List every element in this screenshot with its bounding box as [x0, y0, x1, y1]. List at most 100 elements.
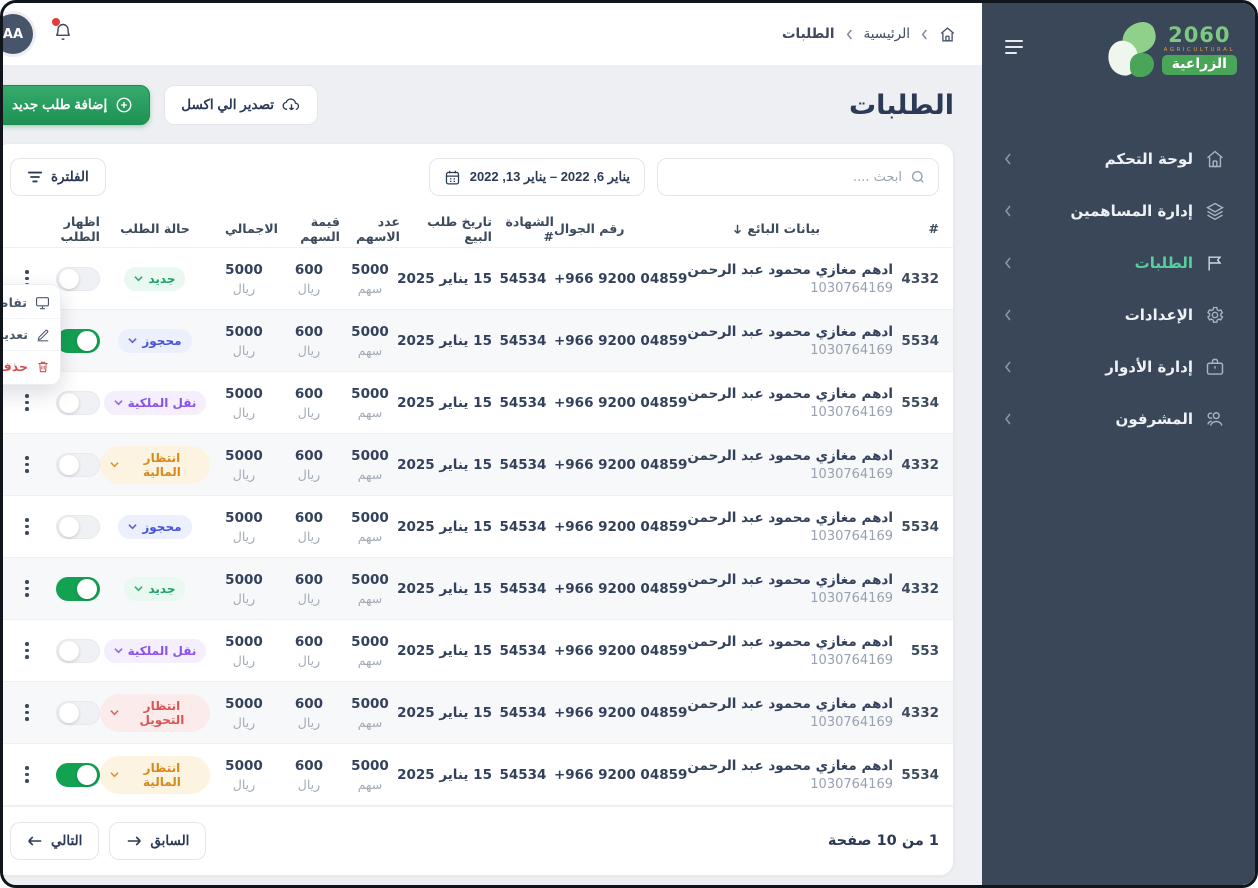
trash-icon: [36, 360, 50, 374]
cell-certificate: 54534: [492, 581, 554, 597]
cell-request-id: 4332: [893, 581, 939, 597]
status-badge[interactable]: محجوز: [118, 329, 191, 353]
breadcrumb-home[interactable]: الرئيسية: [864, 26, 911, 42]
visibility-toggle[interactable]: [56, 763, 100, 787]
visibility-toggle[interactable]: [56, 453, 100, 477]
visibility-toggle[interactable]: [56, 577, 100, 601]
menu-item-delete[interactable]: حذف: [0, 350, 60, 382]
kebab-menu-icon[interactable]: [10, 452, 44, 477]
cell-visibility: [44, 515, 100, 539]
kebab-menu-icon[interactable]: [10, 762, 44, 787]
visibility-toggle[interactable]: [56, 329, 100, 353]
chevron-down-icon: [134, 585, 143, 592]
sidebar-item-2[interactable]: الطلبات: [1000, 241, 1229, 285]
sidebar-item-0[interactable]: لوحة التحكم: [1000, 137, 1229, 181]
next-page-button[interactable]: التالي: [10, 822, 99, 860]
prev-page-button[interactable]: السابق: [109, 822, 206, 860]
chevron-left-icon: [1004, 413, 1012, 425]
search-input-wrap: [657, 158, 939, 196]
sidebar-item-label: المشرفون: [1116, 410, 1193, 428]
kebab-menu-icon[interactable]: [10, 390, 44, 415]
cell-phone: +966 9200 04859: [554, 767, 687, 783]
monitor-icon: [35, 296, 50, 310]
notification-bell-icon[interactable]: [53, 21, 73, 47]
cell-sale-date: 15 يناير 2025: [400, 271, 492, 287]
page-content: الطلبات تصدير الي اكسل إضافة طلب جديد: [0, 65, 982, 876]
filter-button[interactable]: الفلترة: [10, 158, 106, 196]
topbar: الرئيسية الطلبات AA: [0, 3, 982, 65]
status-badge[interactable]: انتظار التحويل: [100, 694, 210, 732]
status-badge[interactable]: انتظار المالية: [100, 446, 210, 484]
breadcrumb-current[interactable]: الطلبات: [782, 26, 835, 42]
visibility-toggle[interactable]: [56, 701, 100, 725]
cell-seller: ادهم مغازي محمود عبد الرحمن1030764169: [687, 572, 893, 606]
cloud-download-icon: [282, 97, 301, 113]
cell-actions: [10, 638, 44, 663]
cell-status: جديد: [100, 267, 210, 291]
cell-seller: ادهم مغازي محمود عبد الرحمن1030764169: [687, 324, 893, 358]
cell-seller: ادهم مغازي محمود عبد الرحمن1030764169: [687, 448, 893, 482]
col-header-certificate[interactable]: الشهادة #: [492, 214, 554, 244]
status-badge[interactable]: نقل الملكية: [104, 391, 207, 415]
col-header-shares[interactable]: عدد الاسهم: [340, 214, 400, 244]
visibility-toggle[interactable]: [56, 267, 100, 291]
visibility-toggle[interactable]: [56, 515, 100, 539]
col-header-visibility[interactable]: اظهار الطلب: [44, 214, 100, 244]
add-request-button[interactable]: إضافة طلب جديد: [0, 85, 150, 125]
cell-shares: 5000سهم: [340, 634, 400, 668]
delete-label: حذف: [0, 359, 28, 374]
col-header-phone[interactable]: رقم الجوال: [554, 221, 732, 236]
chevron-down-icon: [128, 337, 137, 344]
col-header-status[interactable]: حالة الطلب: [100, 221, 210, 236]
col-header-sale-date[interactable]: تاريخ طلب البيع: [400, 214, 492, 244]
cell-shares: 5000سهم: [340, 448, 400, 482]
cell-share-price: 600ريال: [278, 696, 340, 730]
arrow-left-icon: [27, 834, 43, 848]
status-badge[interactable]: نقل الملكية: [104, 639, 207, 663]
cell-visibility: [44, 701, 100, 725]
col-header-share-price[interactable]: قيمة السهم: [278, 214, 340, 244]
hamburger-menu-icon[interactable]: [1004, 39, 1024, 59]
table-header-row: # بيانات البائع رقم الجوال الشهادة # تار…: [0, 210, 953, 248]
sidebar-item-3[interactable]: الإعدادات: [1000, 293, 1229, 337]
visibility-toggle[interactable]: [56, 639, 100, 663]
kebab-menu-icon[interactable]: [10, 700, 44, 725]
cell-phone: +966 9200 04859: [554, 271, 687, 287]
status-badge[interactable]: جديد: [124, 267, 185, 291]
export-excel-button[interactable]: تصدير الي اكسل: [164, 85, 318, 125]
date-range-picker[interactable]: يناير 6, 2022 – يناير 13, 2022: [429, 158, 645, 196]
page-title: الطلبات: [849, 90, 954, 121]
search-input[interactable]: [670, 170, 902, 185]
status-badge[interactable]: انتظار المالية: [100, 756, 210, 794]
cell-certificate: 54534: [492, 395, 554, 411]
sidebar-item-4[interactable]: إدارة الأدوار: [1000, 345, 1229, 389]
kebab-menu-icon[interactable]: [10, 514, 44, 539]
cell-share-price: 600ريال: [278, 758, 340, 792]
cell-status: نقل الملكية: [100, 391, 210, 415]
col-header-seller[interactable]: بيانات البائع: [732, 221, 893, 236]
cell-total: 5000ريال: [210, 324, 278, 358]
menu-item-details[interactable]: تفاصيل: [0, 287, 60, 318]
cell-actions: [10, 514, 44, 539]
briefcase-icon: [1205, 357, 1225, 377]
cell-actions: [10, 576, 44, 601]
kebab-menu-icon[interactable]: [10, 638, 44, 663]
col-header-total[interactable]: الاجمالي: [210, 221, 278, 236]
sidebar-item-5[interactable]: المشرفون: [1000, 397, 1229, 441]
sidebar-nav: لوحة التحكم إدارة المساهمين الطلبات الإعداد…: [982, 137, 1255, 441]
col-header-id[interactable]: #: [893, 221, 939, 236]
sidebar-item-label: إدارة المساهمين: [1071, 202, 1194, 220]
cell-total: 5000ريال: [210, 510, 278, 544]
cell-shares: 5000سهم: [340, 510, 400, 544]
user-avatar[interactable]: AA: [0, 14, 33, 54]
sidebar-item-1[interactable]: إدارة المساهمين: [1000, 189, 1229, 233]
status-badge[interactable]: جديد: [124, 577, 185, 601]
notification-dot: [52, 18, 60, 26]
visibility-toggle[interactable]: [56, 391, 100, 415]
menu-item-edit[interactable]: تعديل: [0, 318, 60, 350]
home-icon[interactable]: [939, 26, 956, 43]
table-body: 4332ادهم مغازي محمود عبد الرحمن103076416…: [0, 248, 953, 806]
status-badge[interactable]: محجوز: [118, 515, 191, 539]
kebab-menu-icon[interactable]: [10, 576, 44, 601]
cell-actions: [10, 700, 44, 725]
